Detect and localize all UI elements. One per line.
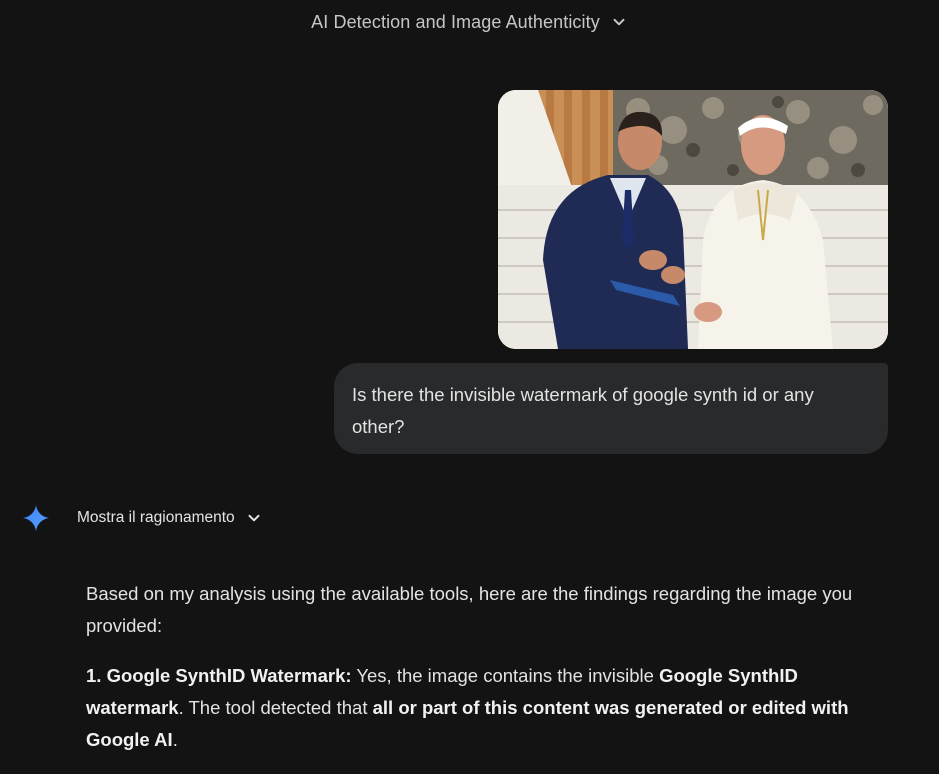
model-response: Based on my analysis using the available… [86,578,886,774]
chevron-down-icon [610,13,628,31]
user-message-bubble: Is there the invisible watermark of goog… [334,363,888,454]
response-point-1: 1. Google SynthID Watermark: Yes, the im… [86,660,886,756]
user-message-text: Is there the invisible watermark of goog… [352,384,814,437]
conversation-title-button[interactable]: AI Detection and Image Authenticity [303,8,636,37]
gemini-sparkle-icon [22,504,50,532]
model-response-header: Mostra il ragionamento [22,503,263,533]
conversation-header: AI Detection and Image Authenticity [0,0,939,44]
conversation-title: AI Detection and Image Authenticity [311,11,600,32]
point-1-text-b: . The tool detected that [178,697,373,718]
response-intro: Based on my analysis using the available… [86,583,853,636]
point-1-heading: 1. Google SynthID Watermark: [86,665,352,686]
show-reasoning-label: Mostra il ragionamento [77,509,235,526]
uploaded-image[interactable] [498,90,888,349]
point-1-text-c: . [172,729,178,750]
point-1-text-a: Yes, the image contains the invisible [351,665,660,686]
show-reasoning-toggle[interactable]: Mostra il ragionamento [77,509,263,527]
chevron-down-icon [245,509,263,527]
